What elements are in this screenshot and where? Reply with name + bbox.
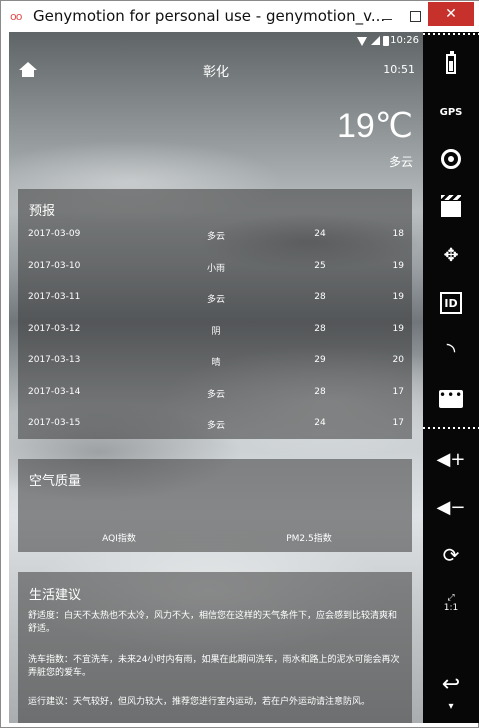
life-advice-card: 生活建议 舒适度：白天不太热也不太冷，风力不大，相信您在这样的天气条件下，应会感… [18, 572, 412, 723]
window-titlebar[interactable]: oo Genymotion for personal use - genymot… [1, 1, 479, 32]
forecast-date: 2017-03-11 [28, 292, 81, 302]
forecast-date: 2017-03-09 [28, 229, 81, 239]
sidebar-divider [423, 426, 479, 430]
forecast-date: 2017-03-10 [28, 260, 81, 271]
air-quality-title: 空气质量 [29, 474, 82, 489]
forecast-row: 2017-03-11 多云 28 19 [18, 292, 412, 323]
battery-widget-button[interactable] [423, 44, 479, 84]
back-icon: ↩ [441, 671, 461, 697]
scale-icon: ⤢ 1:1 [444, 593, 458, 613]
forecast-row: 2017-03-10 小雨 25 19 [18, 261, 412, 292]
gps-widget-button[interactable]: GPS [423, 92, 479, 132]
forecast-date: 2017-03-15 [28, 418, 81, 428]
gps-icon: GPS [439, 106, 463, 118]
signal-icon [371, 36, 380, 45]
forecast-condition: 阴 [211, 326, 221, 337]
scale-button[interactable]: ⤢ 1:1 [423, 583, 479, 623]
current-condition: 多云 [388, 155, 413, 169]
forecast-min-temp: 19 [392, 292, 404, 302]
remote-control-button[interactable]: ✥ [423, 235, 479, 275]
forecast-condition: 小雨 [206, 263, 225, 274]
forecast-min-temp: 18 [392, 229, 404, 239]
forecast-min-temp: 17 [392, 386, 404, 397]
wifi-icon [357, 37, 367, 46]
sidebar-divider [423, 32, 479, 36]
forecast-title: 预报 [29, 204, 56, 219]
capture-widget-button[interactable] [423, 187, 479, 227]
forecast-date: 2017-03-13 [28, 355, 81, 365]
forecast-date: 2017-03-12 [28, 323, 81, 334]
city-title: 彰化 [202, 65, 229, 80]
rotate-icon: ⟳ [442, 543, 460, 567]
webcam-icon [441, 149, 461, 169]
forecast-max-temp: 24 [314, 229, 326, 239]
sport-advice: 运行建议：天气较好，但风力较大，推荐您进行室内运动，若在户外运动请注意防风。 [28, 697, 371, 707]
dpad-icon: ✥ [443, 244, 459, 266]
clapperboard-icon [441, 195, 461, 217]
scale-ratio: 1:1 [443, 603, 459, 613]
forecast-row: 2017-03-13 晴 29 20 [18, 355, 412, 386]
update-time: 10:51 [383, 63, 415, 76]
forecast-row: 2017-03-09 多云 24 18 [18, 229, 412, 260]
air-quality-card: 空气质量 AQI指数 PM2.5指数 [18, 459, 412, 552]
android-status-bar: 10:26 [9, 32, 423, 50]
forecast-max-temp: 24 [314, 418, 326, 428]
id-icon: ID [440, 292, 462, 314]
close-button[interactable]: ✕ [428, 2, 474, 26]
webcam-widget-button[interactable] [423, 139, 479, 179]
genymotion-sidebar: GPS ✥ ID ◝ ••• ◀+ ◀− ⟳ ⤢ 1:1 ↩ ▾ [423, 32, 479, 723]
forecast-condition: 多云 [206, 421, 225, 431]
sms-icon: ••• [439, 389, 463, 408]
forecast-min-temp: 19 [392, 260, 404, 271]
network-widget-button[interactable]: ◝ [423, 331, 479, 371]
maximize-button[interactable] [405, 7, 425, 25]
chevron-down-icon: ▾ [448, 700, 454, 712]
forecast-row: 2017-03-14 多云 28 17 [18, 387, 412, 418]
rss-icon: ◝ [446, 338, 456, 364]
forecast-max-temp: 28 [314, 292, 326, 302]
status-time: 10:26 [390, 35, 419, 46]
comfort-advice: 舒适度：白天不太热也不太冷，风力不大，相信您在这样的天气条件下，应会感到比较清爽… [28, 611, 398, 634]
advice-title: 生活建议 [29, 588, 82, 603]
volume-down-icon: ◀− [436, 496, 466, 518]
forecast-condition: 多云 [206, 389, 225, 400]
rotate-button[interactable]: ⟳ [423, 535, 479, 575]
forecast-max-temp: 28 [314, 323, 326, 334]
forecast-condition: 多云 [206, 232, 225, 242]
forecast-condition: 多云 [206, 295, 225, 305]
forecast-row: 2017-03-15 多云 24 17 [18, 418, 412, 449]
pm25-label: PM2.5指数 [286, 534, 332, 544]
scale-arrows: ⤢ [447, 593, 455, 603]
volume-up-icon: ◀+ [436, 448, 466, 470]
battery-icon [446, 51, 456, 74]
forecast-max-temp: 25 [314, 260, 326, 271]
more-button[interactable]: ▾ [423, 694, 479, 718]
volume-up-button[interactable]: ◀+ [423, 439, 479, 479]
forecast-max-temp: 28 [314, 386, 326, 397]
forecast-max-temp: 29 [314, 355, 326, 365]
battery-icon [383, 36, 389, 46]
minimize-button[interactable] [377, 7, 397, 25]
status-icons [357, 36, 393, 46]
current-temperature: 19℃ [336, 107, 413, 145]
forecast-row: 2017-03-12 阴 28 19 [18, 324, 412, 355]
forecast-condition: 晴 [211, 358, 221, 368]
forecast-min-temp: 20 [392, 355, 404, 365]
forecast-card: 预报 2017-03-09 多云 24 18 2017-03-10 小雨 25 19 2017-… [18, 189, 412, 439]
forecast-min-temp: 19 [392, 323, 404, 334]
forecast-date: 2017-03-14 [28, 386, 81, 397]
aqi-label: AQI指数 [102, 534, 136, 544]
volume-down-button[interactable]: ◀− [423, 487, 479, 527]
window-title: Genymotion for personal use - genymotion… [33, 7, 386, 25]
genymotion-logo-icon: oo [10, 10, 23, 23]
device-id-button[interactable]: ID [423, 283, 479, 323]
carwash-advice: 洗车指数：不宜洗车，未来24小时内有雨，如果在此期间洗车，雨水和路上的泥水可能会… [28, 655, 400, 678]
android-screen[interactable]: 10:26 彰化 10:51 19℃ 多云 预报 2017-03-09 多云 24 1… [9, 32, 423, 723]
sms-widget-button[interactable]: ••• [423, 379, 479, 419]
emulator-window: oo Genymotion for personal use - genymot… [0, 0, 479, 728]
forecast-min-temp: 17 [392, 418, 404, 428]
